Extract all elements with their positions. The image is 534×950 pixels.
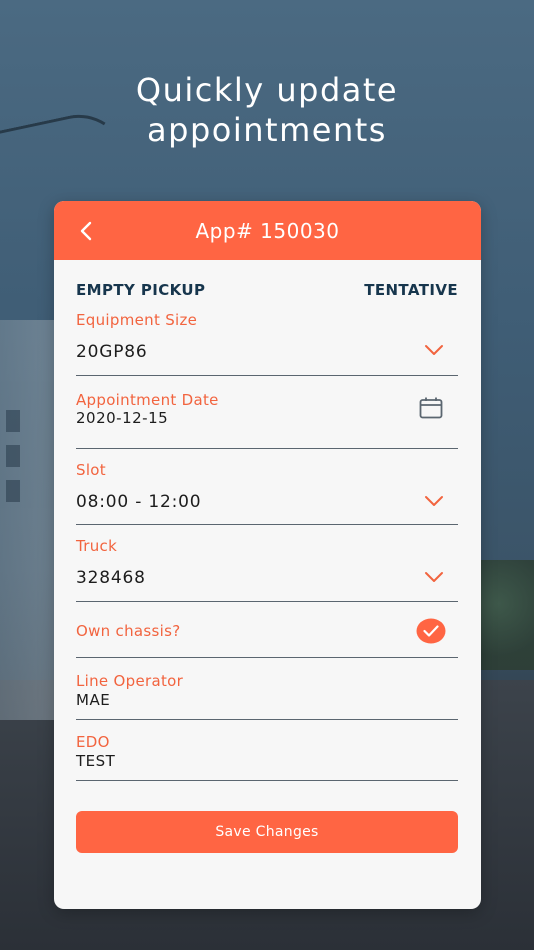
slot-label: Slot: [76, 461, 106, 479]
equipment-size-label: Equipment Size: [76, 311, 198, 329]
back-button[interactable]: [72, 217, 100, 245]
promo-headline: Quickly update appointments: [0, 70, 534, 150]
check-circle-icon[interactable]: [416, 618, 446, 644]
save-changes-button[interactable]: Save Changes: [76, 811, 458, 853]
appointment-type: EMPTY PICKUP: [76, 281, 206, 299]
edo-value: TEST: [76, 752, 116, 770]
background-trees: [474, 560, 534, 670]
promo-line-2: appointments: [147, 111, 387, 149]
truck-field[interactable]: Truck 328468: [76, 537, 458, 602]
chevron-down-icon[interactable]: [424, 571, 444, 583]
own-chassis-field[interactable]: Own chassis?: [76, 602, 458, 658]
truck-label: Truck: [76, 537, 118, 555]
slot-value: 08:00 - 12:00: [76, 492, 202, 512]
chevron-left-icon: [80, 221, 92, 241]
chevron-down-icon[interactable]: [424, 495, 444, 507]
status-badge: TENTATIVE: [364, 281, 458, 299]
equipment-size-value: 20GP86: [76, 342, 148, 362]
appointment-number: App# 150030: [195, 218, 340, 243]
appointment-card: App# 150030 EMPTY PICKUP TENTATIVE Equip…: [54, 201, 481, 909]
card-header: App# 150030: [54, 201, 481, 260]
chevron-down-icon[interactable]: [424, 344, 444, 356]
slot-field[interactable]: Slot 08:00 - 12:00: [76, 461, 458, 525]
appointment-date-label: Appointment Date: [76, 391, 219, 409]
equipment-size-field[interactable]: Equipment Size 20GP86: [76, 311, 458, 376]
own-chassis-label: Own chassis?: [76, 622, 181, 640]
promo-line-1: Quickly update: [135, 71, 399, 109]
line-operator-field[interactable]: Line Operator MAE: [76, 670, 458, 720]
calendar-icon[interactable]: [419, 397, 443, 419]
truck-value: 328468: [76, 568, 146, 588]
line-operator-label: Line Operator: [76, 672, 184, 690]
line-operator-value: MAE: [76, 691, 111, 709]
appointment-date-value: 2020-12-15: [76, 409, 169, 427]
edo-field[interactable]: EDO TEST: [76, 732, 458, 781]
appointment-form: EMPTY PICKUP TENTATIVE Equipment Size 20…: [76, 281, 458, 781]
edo-label: EDO: [76, 733, 110, 751]
appointment-date-field[interactable]: Appointment Date 2020-12-15: [76, 388, 458, 449]
appointment-summary-row: EMPTY PICKUP TENTATIVE: [76, 281, 458, 299]
